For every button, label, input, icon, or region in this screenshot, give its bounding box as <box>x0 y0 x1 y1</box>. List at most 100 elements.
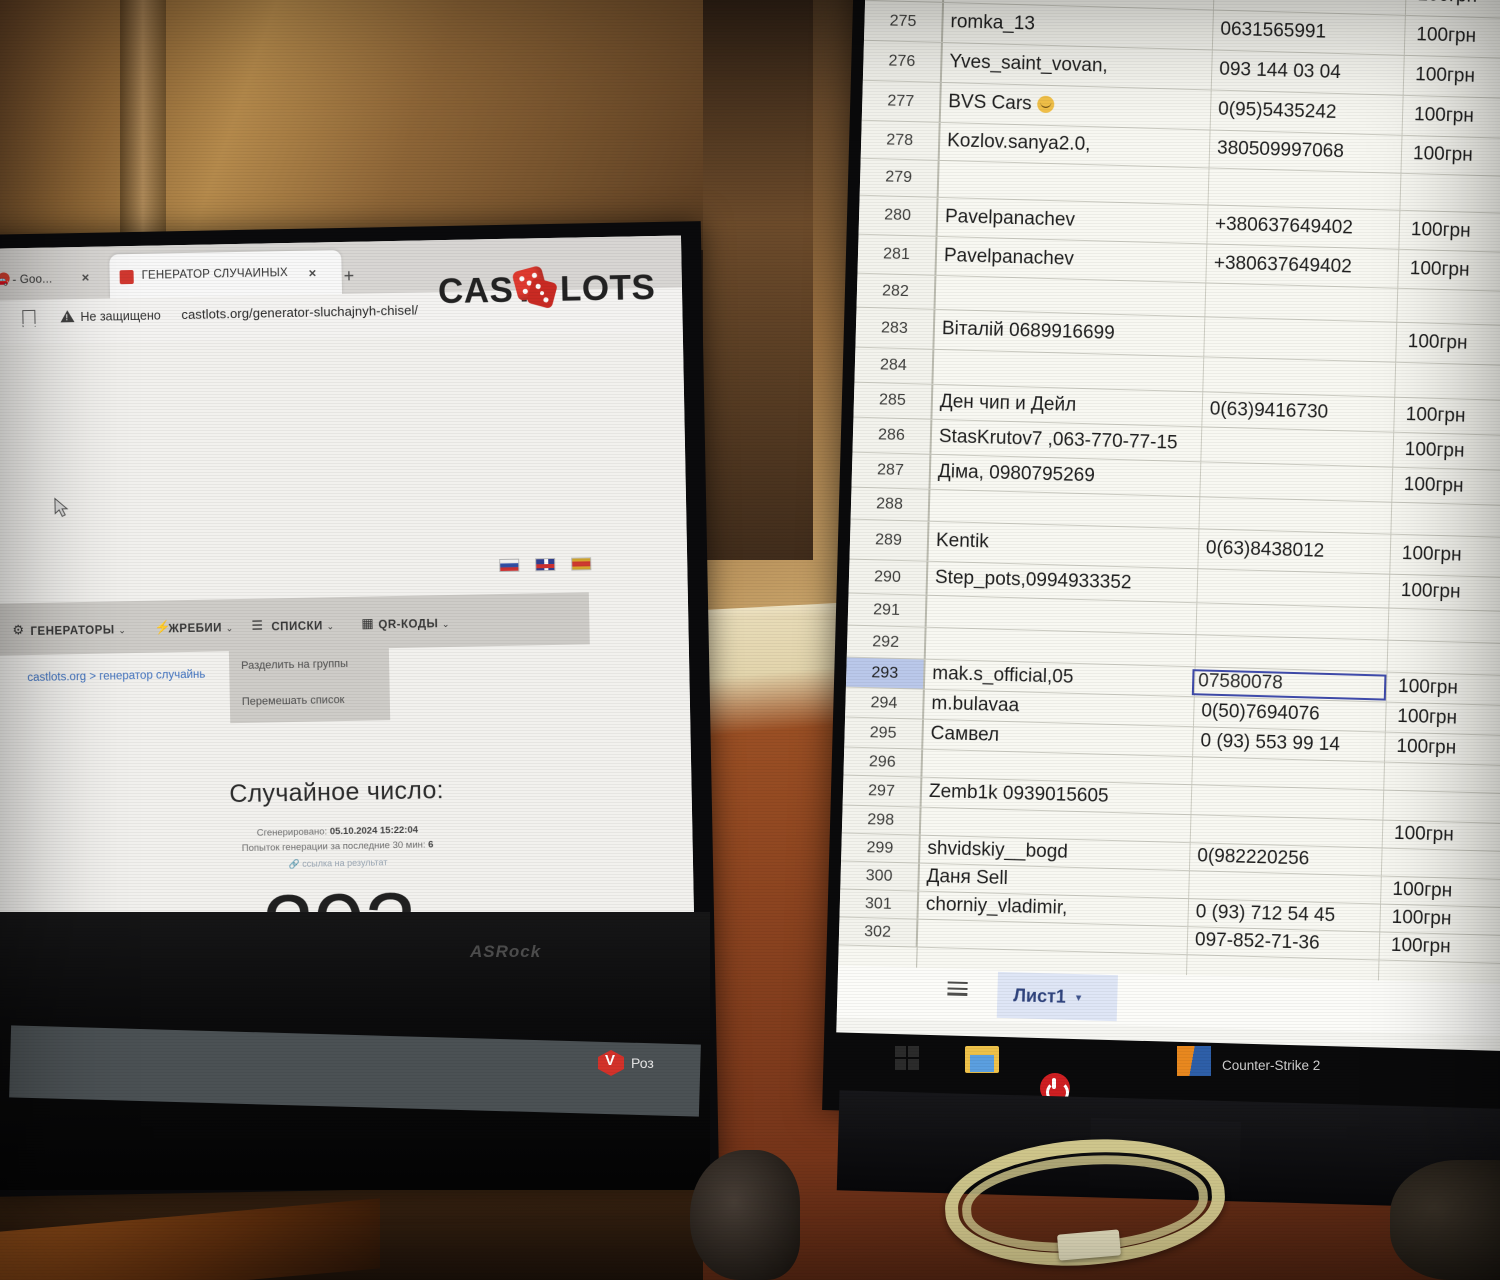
cell-phone[interactable]: +380637649402 <box>1214 252 1352 278</box>
cell-amount[interactable]: 100грн <box>1396 736 1456 760</box>
cell-amount[interactable]: 100грн <box>1398 676 1458 700</box>
selected-cell-outline[interactable] <box>1191 669 1387 701</box>
sheet-tab-list1[interactable]: Лист1 ▾ <box>996 971 1118 1022</box>
windows-start-icon[interactable] <box>895 1046 919 1070</box>
cell-name[interactable]: StasKrutov7 ,063-770-77-15 <box>939 426 1178 455</box>
cell-name[interactable]: chorniy_vladimir, <box>926 894 1068 920</box>
row-header[interactable]: 280 <box>858 195 938 236</box>
cell-phone[interactable]: 0(50)7694076 <box>1201 700 1320 725</box>
cell-amount[interactable]: 100грн <box>1400 580 1461 604</box>
row-header[interactable]: 288 <box>850 487 930 521</box>
cell-amount[interactable]: 100грн <box>1413 143 1473 167</box>
taskbar-item-vivaldi[interactable]: Роз <box>598 1050 654 1076</box>
cell-name[interactable]: Діма, 0980795269 <box>938 460 1095 486</box>
cell-name[interactable]: Kentik <box>936 530 989 553</box>
row-header[interactable]: 278 <box>860 120 940 160</box>
cell-amount[interactable]: 100грн <box>1402 543 1462 567</box>
flag-ru-icon[interactable] <box>499 558 520 573</box>
cell-name[interactable]: Ден чип и Дейл <box>940 391 1077 417</box>
row-header[interactable]: 291 <box>847 593 927 627</box>
flag-uk-icon[interactable] <box>535 557 556 572</box>
cell-name[interactable]: Pavelpanachev <box>945 206 1075 232</box>
flag-es-icon[interactable] <box>571 557 592 571</box>
new-tab-button[interactable]: + <box>343 266 354 287</box>
cell-amount[interactable]: 100грн <box>1417 0 1477 8</box>
row-header[interactable]: 276 <box>862 40 942 82</box>
row-header[interactable]: 281 <box>857 234 937 275</box>
row-header[interactable]: 285 <box>853 382 933 419</box>
cell-phone[interactable]: 0(982220256 <box>1197 845 1310 870</box>
nav-item-lists[interactable]: СПИСКИ ⌄ <box>271 620 334 633</box>
row-header[interactable]: 299 <box>841 833 920 863</box>
cell-name[interactable]: Zemb1k 0939015605 <box>929 781 1109 808</box>
row-header[interactable]: 302 <box>838 917 918 947</box>
row-header[interactable]: 295 <box>844 717 924 749</box>
cell-amount[interactable]: 100грн <box>1411 219 1471 243</box>
cell-amount[interactable]: 100грн <box>1397 706 1457 730</box>
cell-phone[interactable]: 0 (93) 712 54 45 <box>1195 901 1335 927</box>
cell-phone[interactable]: 0(63)9416730 <box>1209 398 1329 423</box>
cell-phone[interactable]: 380509997068 <box>1217 138 1344 164</box>
nav-item-qr[interactable]: QR-КОДЫ ⌄ <box>378 618 450 631</box>
row-header[interactable]: 275 <box>863 0 944 42</box>
cell-phone[interactable]: 0(63)8438012 <box>1206 538 1325 563</box>
row-header[interactable]: 279 <box>859 158 939 197</box>
cell-name[interactable]: romka_13 <box>950 11 1035 35</box>
cell-name[interactable]: Yves_saint_vovan, <box>949 51 1108 77</box>
file-explorer-icon[interactable] <box>965 1046 999 1073</box>
cell-amount[interactable]: 100грн <box>1391 907 1451 931</box>
cell-phone[interactable]: 0 (93) 553 99 14 <box>1200 730 1340 756</box>
cell-amount[interactable]: 100грн <box>1394 823 1454 847</box>
row-header[interactable]: 300 <box>840 861 919 891</box>
row-header[interactable]: 289 <box>849 519 929 561</box>
cell-amount[interactable]: 100грн <box>1404 439 1464 463</box>
counter-strike-icon[interactable] <box>1177 1046 1211 1076</box>
sheet-menu-icon[interactable] <box>947 981 968 996</box>
cell-amount[interactable]: 100грн <box>1392 879 1452 903</box>
row-header[interactable]: 294 <box>845 687 924 719</box>
cell-name[interactable]: Самвел <box>930 723 999 747</box>
row-header[interactable]: 296 <box>843 747 923 777</box>
row-header[interactable]: 283 <box>855 307 935 349</box>
cell-amount[interactable]: 100грн <box>1405 404 1465 428</box>
cell-phone[interactable]: 19,0932850 <box>1221 0 1322 4</box>
cell-amount[interactable]: 100грн <box>1407 331 1467 355</box>
cell-name[interactable]: Pavelpanachev <box>944 245 1074 271</box>
bookmark-icon[interactable] <box>22 309 36 328</box>
row-header[interactable]: 287 <box>851 452 931 489</box>
row-header[interactable]: 282 <box>856 273 936 309</box>
dropdown-item-split-groups[interactable]: Разделить на группы <box>241 658 348 672</box>
row-header[interactable]: 298 <box>841 805 921 835</box>
cell-name[interactable]: Kozlov.sanya2.0, <box>947 130 1091 156</box>
row-header[interactable]: 292 <box>846 625 926 659</box>
cell-amount[interactable]: 100грн <box>1416 24 1476 48</box>
cell-phone[interactable]: 093 144 03 04 <box>1219 59 1341 84</box>
cell-amount[interactable]: 100грн <box>1414 104 1474 128</box>
row-header[interactable]: 284 <box>854 347 934 384</box>
cell-name[interactable]: Віталій 0689916699 <box>942 318 1115 345</box>
cell-amount[interactable]: 100грн <box>1409 258 1470 282</box>
row-header[interactable]: 277 <box>861 80 941 122</box>
dropdown-item-shuffle-list[interactable]: Перемешать список <box>242 694 345 708</box>
cell-phone[interactable]: 0(95)5435242 <box>1218 99 1337 124</box>
nav-item-lots[interactable]: ЖРЕБИИ ⌄ <box>168 622 234 635</box>
cell-amount[interactable]: 100грн <box>1415 64 1475 88</box>
cell-name[interactable]: Step_pots,0994933352 <box>935 567 1132 594</box>
cell-amount[interactable]: 100грн <box>1403 474 1463 498</box>
row-header[interactable]: 301 <box>839 889 919 919</box>
chevron-down-icon[interactable]: ▾ <box>1076 991 1082 1004</box>
cell-name[interactable]: mak.s_official,05 <box>932 663 1074 689</box>
cell-name[interactable]: Даня Sell <box>926 866 1008 890</box>
row-header[interactable]: 290 <box>848 559 928 595</box>
row-header[interactable]: 297 <box>842 775 922 807</box>
row-header[interactable]: 293 <box>845 657 925 689</box>
cell-name[interactable]: m.bulavaa <box>931 693 1019 717</box>
cell-phone[interactable]: +380637649402 <box>1215 213 1353 239</box>
nav-item-generators[interactable]: ГЕНЕРАТОРЫ ⌄ <box>30 624 126 638</box>
cell-phone[interactable]: 0631565991 <box>1220 19 1326 44</box>
cell-amount[interactable]: 100грн <box>1391 935 1451 959</box>
cell-name[interactable]: BVS Cars <box>948 91 1055 116</box>
cell-phone[interactable]: 097-852-71-36 <box>1195 929 1320 954</box>
browser-tab-0-close[interactable]: × <box>82 270 90 285</box>
browser-tab-1-close[interactable]: × <box>308 265 316 280</box>
